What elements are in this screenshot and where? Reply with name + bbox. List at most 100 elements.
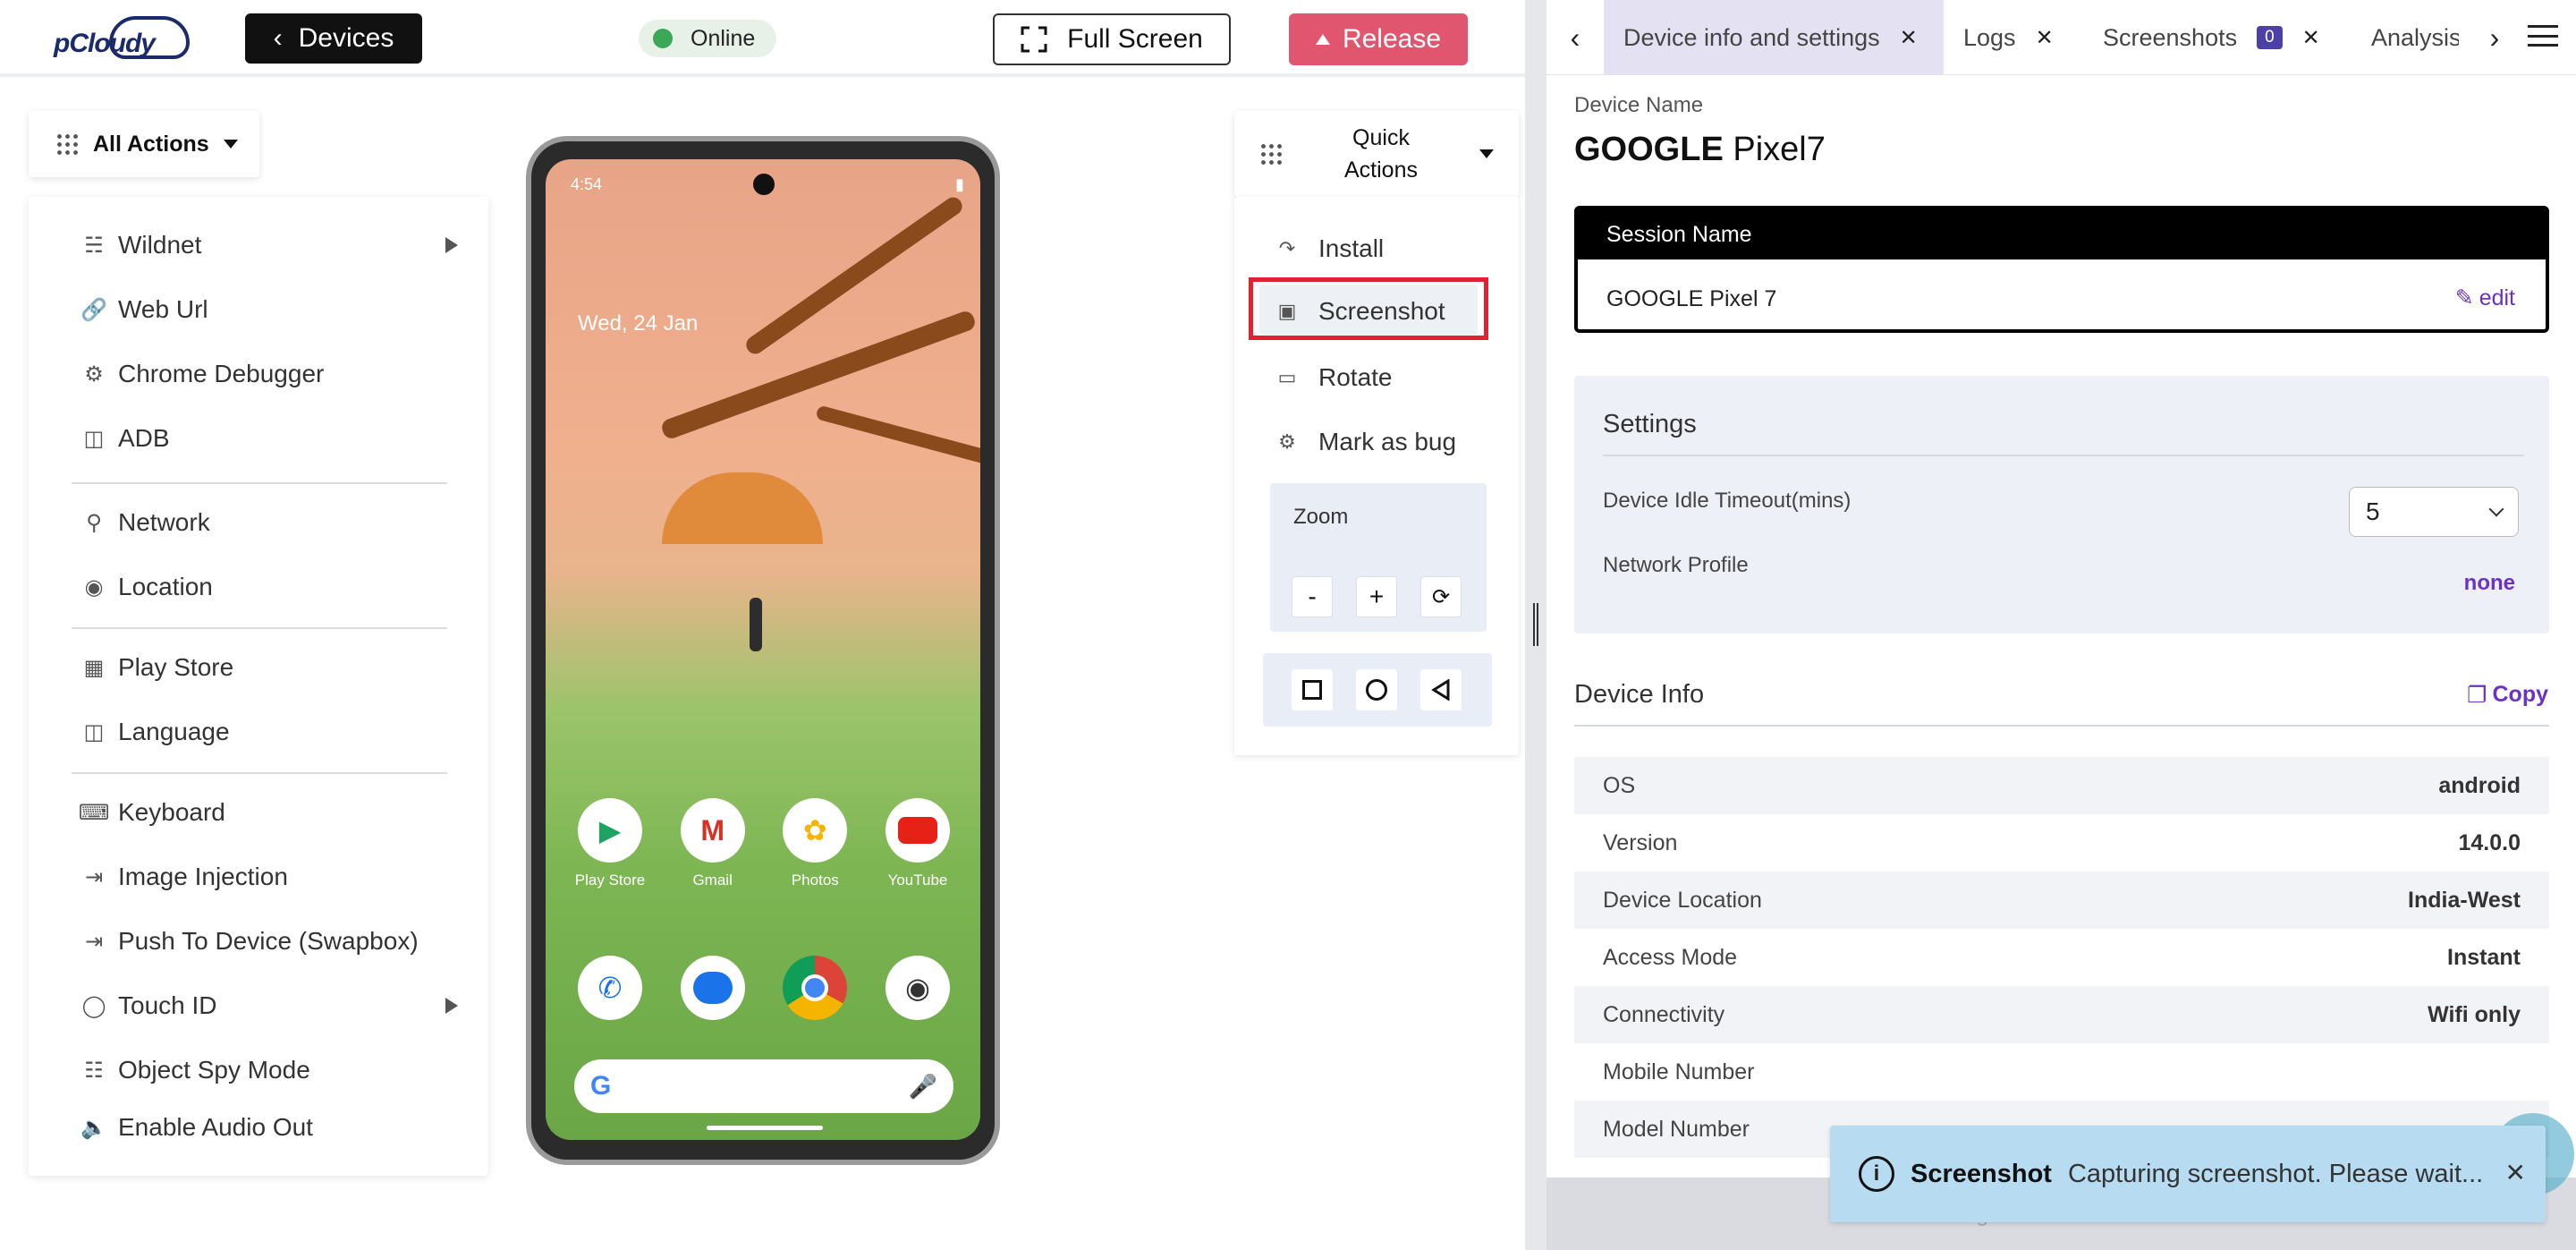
google-search-bar[interactable]: G 🎤 xyxy=(574,1059,953,1113)
close-tab-icon[interactable]: ✕ xyxy=(2036,25,2054,51)
divider xyxy=(72,482,447,484)
tab-logs[interactable]: Logs ✕ xyxy=(1944,0,2076,75)
app-gmail[interactable]: M Gmail xyxy=(670,798,756,889)
zoom-controls: Zoom - + ⟳ xyxy=(1270,483,1487,632)
quick-actions-dropdown[interactable]: Quick Actions xyxy=(1234,111,1519,197)
phone-call-icon: ✆ xyxy=(578,956,642,1020)
wallpaper-branch xyxy=(659,309,978,441)
triangle-back-icon xyxy=(1431,679,1450,701)
spy-icon: ☷ xyxy=(84,1058,104,1083)
location-icon: ◉ xyxy=(84,574,104,599)
action-image-injection[interactable]: ⇥ Image Injection xyxy=(82,854,458,900)
action-web-url[interactable]: 🔗 Web Url xyxy=(80,286,458,333)
network-icon: ⚲ xyxy=(86,510,102,535)
wallpaper-hill xyxy=(662,472,823,544)
mic-icon[interactable]: 🎤 xyxy=(909,1073,937,1101)
action-adb[interactable]: ◫ ADB xyxy=(82,415,458,462)
tab-analysis[interactable]: Analysis xyxy=(2351,0,2459,75)
action-keyboard[interactable]: ⌨ Keyboard xyxy=(79,789,458,836)
gmail-icon: M xyxy=(680,798,745,863)
zoom-out-button[interactable]: - xyxy=(1292,576,1333,617)
tab-device-info[interactable]: Device info and settings ✕ xyxy=(1604,0,1944,75)
device-phone-frame: 4:54 ▮ Wed, 24 Jan ▶ Play Store M Gmail … xyxy=(526,136,1000,1165)
close-tab-icon[interactable]: ✕ xyxy=(2302,25,2320,51)
home-indicator[interactable] xyxy=(707,1126,823,1130)
close-tab-icon[interactable]: ✕ xyxy=(1900,25,1918,51)
edit-session-button[interactable]: ✎ edit xyxy=(2455,285,2515,311)
action-wildnet[interactable]: ☵ Wildnet xyxy=(82,222,458,268)
messages-icon xyxy=(680,956,745,1020)
chrome-icon xyxy=(783,956,848,1020)
action-location[interactable]: ◉ Location xyxy=(82,564,458,610)
phone-date: Wed, 24 Jan xyxy=(578,311,699,336)
device-screen[interactable]: 4:54 ▮ Wed, 24 Jan ▶ Play Store M Gmail … xyxy=(546,159,980,1140)
rotate-icon: ▭ xyxy=(1277,366,1297,388)
info-row-connectivity: Connectivity Wifi only xyxy=(1574,986,2549,1043)
resize-grip-icon[interactable] xyxy=(1533,603,1538,646)
action-network[interactable]: ⚲ Network xyxy=(82,499,458,546)
app-phone[interactable]: ✆ xyxy=(567,956,653,1020)
release-button[interactable]: Release xyxy=(1289,13,1468,65)
close-toast-icon[interactable]: ✕ xyxy=(2505,1158,2526,1187)
recents-button[interactable] xyxy=(1292,669,1333,710)
refresh-icon: ⟳ xyxy=(1431,584,1451,609)
action-play-store[interactable]: ▦ Play Store xyxy=(82,644,458,691)
network-profile-link[interactable]: none xyxy=(2464,571,2515,596)
youtube-icon xyxy=(885,798,950,863)
all-actions-list: ☵ Wildnet 🔗 Web Url ⚙ Chrome Debugger ◫ … xyxy=(29,197,488,1176)
battery-icon: ▮ xyxy=(955,175,964,193)
action-chrome-debugger[interactable]: ⚙ Chrome Debugger xyxy=(82,351,458,397)
action-enable-audio-out[interactable]: 🔈 Enable Audio Out xyxy=(80,1104,458,1151)
screenshots-count-badge: 0 xyxy=(2257,26,2283,49)
tabs-scroll-right-icon[interactable]: › xyxy=(2477,20,2512,55)
info-row-os: OS android xyxy=(1574,757,2549,814)
image-injection-icon: ⇥ xyxy=(84,864,104,889)
tabs-scroll-left-icon[interactable]: ‹ xyxy=(1557,20,1593,55)
app-play-store[interactable]: ▶ Play Store xyxy=(567,798,653,889)
right-panel: ‹ Device info and settings ✕ Logs ✕ Scre… xyxy=(1546,0,2576,1250)
copy-icon: ❐ xyxy=(2467,683,2487,708)
grid-icon xyxy=(55,132,79,156)
chevron-left-icon: ‹ xyxy=(273,23,283,53)
fullscreen-button[interactable]: Full Screen xyxy=(993,13,1231,65)
grid-icon xyxy=(1259,142,1283,166)
app-photos[interactable]: ✿ Photos xyxy=(772,798,858,889)
idle-timeout-select[interactable]: 5 xyxy=(2349,487,2519,537)
android-nav-buttons xyxy=(1263,653,1492,727)
info-row-access-mode: Access Mode Instant xyxy=(1603,944,2521,970)
quick-install[interactable]: ↷ Install xyxy=(1275,225,1499,272)
install-icon: ↷ xyxy=(1278,237,1296,259)
back-button[interactable] xyxy=(1420,669,1462,710)
session-name-value: GOOGLE Pixel 7 xyxy=(1606,286,1777,311)
zoom-reset-button[interactable]: ⟳ xyxy=(1420,576,1462,617)
photos-icon: ✿ xyxy=(783,798,848,863)
quick-rotate[interactable]: ▭ Rotate xyxy=(1275,354,1499,401)
app-messages[interactable] xyxy=(670,956,756,1020)
app-youtube[interactable]: YouTube xyxy=(875,798,961,889)
hamburger-menu-icon[interactable] xyxy=(2528,25,2558,47)
square-icon xyxy=(1302,680,1322,700)
divider xyxy=(72,772,447,774)
device-info-title: Device Info xyxy=(1574,680,1705,709)
wallpaper-branch xyxy=(815,404,980,465)
screenshot-highlight-box xyxy=(1249,277,1488,340)
action-object-spy-mode[interactable]: ☷ Object Spy Mode xyxy=(82,1047,458,1093)
action-language[interactable]: ◫ Language xyxy=(82,709,458,755)
screenshot-toast: i Screenshot Capturing screenshot. Pleas… xyxy=(1830,1126,2546,1222)
app-chrome[interactable] xyxy=(772,956,858,1020)
bug-icon: ⚙ xyxy=(1278,430,1296,453)
devices-button[interactable]: ‹ Devices xyxy=(245,13,422,64)
link-icon: 🔗 xyxy=(80,297,107,322)
app-camera[interactable]: ◉ xyxy=(875,956,961,1020)
quick-mark-as-bug[interactable]: ⚙ Mark as bug xyxy=(1275,419,1499,465)
status-dot-icon xyxy=(653,29,673,48)
chevron-down-icon xyxy=(2488,501,2504,517)
all-actions-dropdown[interactable]: All Actions xyxy=(29,111,259,177)
tab-screenshots[interactable]: Screenshots 0 ✕ xyxy=(2083,0,2351,75)
quick-actions-panel: ↷ Install ▣ Screenshot ▭ Rotate ⚙ Mark a… xyxy=(1234,197,1519,755)
copy-button[interactable]: ❐ Copy xyxy=(2467,682,2548,709)
home-button[interactable] xyxy=(1356,669,1397,710)
action-push-to-device[interactable]: ⇥ Push To Device (Swapbox) xyxy=(82,918,458,965)
action-touch-id[interactable]: ◯ Touch ID xyxy=(82,982,458,1029)
zoom-in-button[interactable]: + xyxy=(1356,576,1397,617)
